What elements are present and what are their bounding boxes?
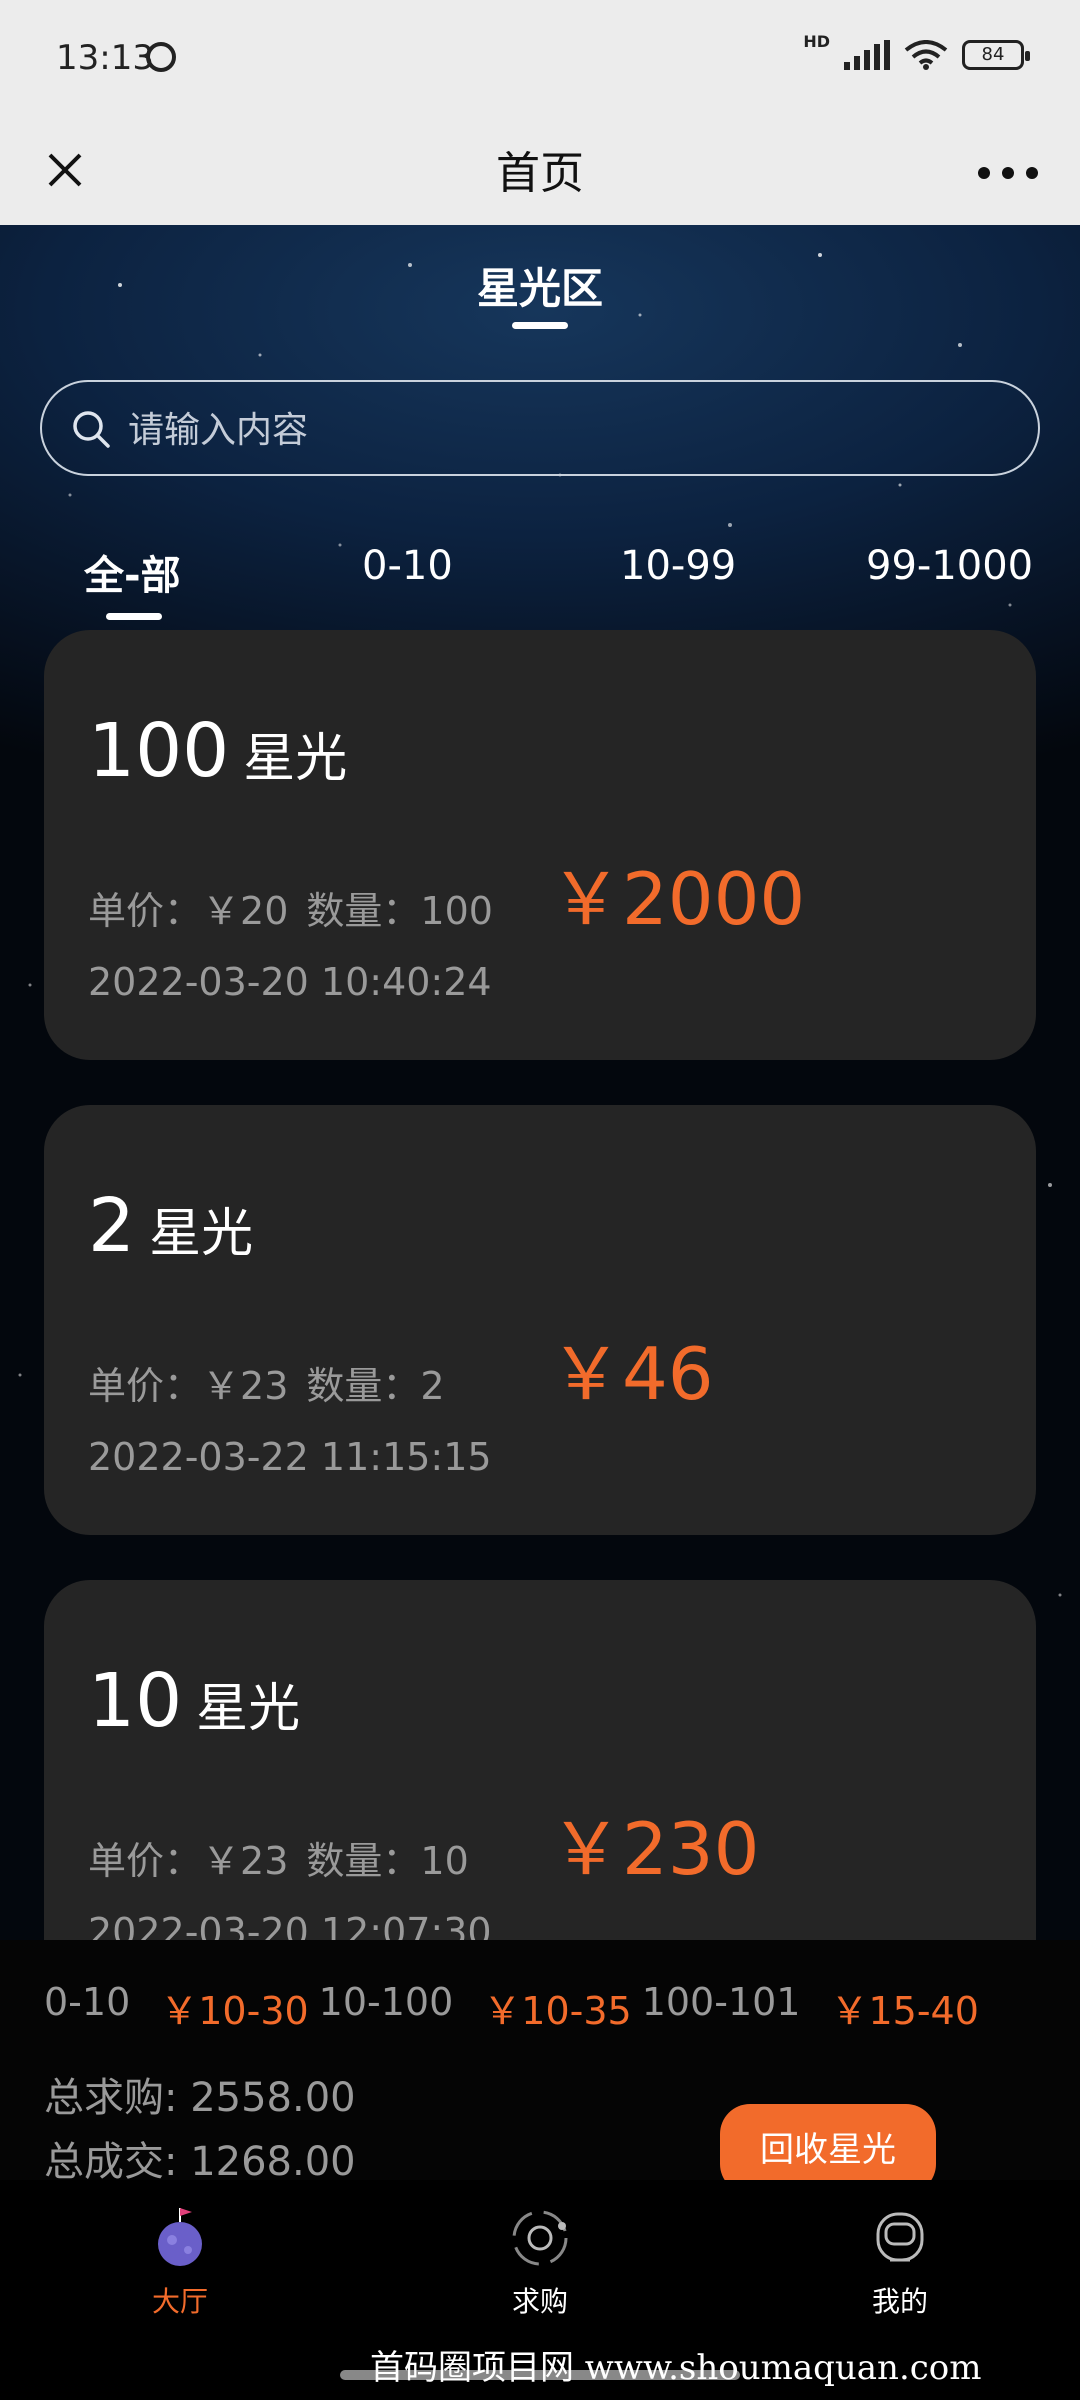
listing-card[interactable]: 10 星光 单价：￥23 数量：10 ￥230 2022-03-20 12:07:…: [44, 1580, 1036, 1940]
total-price: ￥2000: [550, 857, 806, 941]
more-icon[interactable]: [978, 153, 1038, 193]
section-underline: [512, 322, 568, 329]
qty-label: 数量：: [306, 1364, 421, 1408]
search-icon: [73, 411, 110, 448]
unit-price-label: 单价：: [88, 1364, 203, 1408]
alarm-icon: [146, 42, 176, 72]
amount-value: 100: [88, 708, 230, 794]
page-title: 首页: [496, 148, 584, 199]
amount-unit: 星光: [149, 1204, 254, 1264]
tab-label: 求购: [511, 2285, 568, 2318]
range-tabs: 全-部 0-10 10-99 99-1000: [0, 543, 1080, 623]
search-input[interactable]: [126, 400, 1010, 460]
card-meta: 单价：￥23 数量：2: [88, 1355, 445, 1410]
summary-stats: 总求购: 2558.00 总成交: 1268.00: [44, 2066, 356, 2194]
qty-label: 数量：: [306, 889, 421, 933]
range-price: ￥10-35: [483, 1989, 632, 2033]
qty: 100: [420, 889, 493, 933]
price-ranges: 0-10 ￥10-30 10-100 ￥10-35 100-101 ￥15-40: [44, 1980, 989, 2035]
listing-date: 2022-03-20 12:07:30: [88, 1910, 492, 1940]
battery-icon: 84: [962, 40, 1030, 70]
range-label: 0-10: [44, 1980, 131, 2024]
card-amount: 2 星光: [88, 1183, 253, 1269]
status-icons: HD 84: [803, 32, 1030, 70]
total-price: ￥46: [550, 1332, 714, 1416]
planet-icon: [158, 2208, 202, 2266]
qty-label: 数量：: [306, 1839, 421, 1883]
search-bar[interactable]: [40, 380, 1040, 476]
orbit-icon: [512, 2210, 568, 2266]
status-bar: 13:13 HD 84: [0, 0, 1080, 115]
unit-price-label: 单价：: [88, 1839, 203, 1883]
qty: 2: [420, 1364, 445, 1408]
signal-icon: [844, 40, 890, 70]
range-label: 100-101: [641, 1980, 801, 2024]
card-meta: 单价：￥20 数量：100: [88, 880, 493, 935]
navbar: 首页: [0, 115, 1080, 225]
qty: 10: [420, 1839, 469, 1883]
tab-mine[interactable]: 我的: [800, 2206, 1000, 2320]
unit-price: ￥23: [202, 1839, 289, 1883]
amount-value: 10: [88, 1658, 183, 1744]
tab-all[interactable]: 全-部: [84, 543, 181, 601]
astronaut-icon: [876, 2212, 924, 2262]
tab-label: 大厅: [151, 2285, 208, 2318]
card-amount: 100 星光: [88, 708, 347, 794]
status-time: 13:13: [56, 38, 154, 78]
range-label: 10-100: [318, 1980, 454, 2024]
hd-label: HD: [803, 31, 830, 51]
listing-date: 2022-03-20 10:40:24: [88, 960, 492, 1004]
range-price: ￥10-30: [160, 1989, 309, 2033]
market-summary: 0-10 ￥10-30 10-100 ￥10-35 100-101 ￥15-40…: [0, 1940, 1080, 2194]
card-amount: 10 星光: [88, 1658, 300, 1744]
range-price: ￥15-40: [830, 1989, 979, 2033]
total-demand: 总求购: 2558.00: [44, 2075, 356, 2121]
tab-request[interactable]: 求购: [440, 2206, 640, 2320]
battery-level: 84: [981, 44, 1005, 65]
wifi-icon: [904, 40, 948, 70]
amount-unit: 星光: [196, 1679, 301, 1739]
tab-label: 我的: [871, 2285, 928, 2318]
unit-price: ￥20: [202, 889, 289, 933]
total-price: ￥230: [550, 1807, 760, 1891]
watermark: 首码圈项目网 www.shoumaquan.com: [370, 2348, 982, 2388]
unit-price: ￥23: [202, 1364, 289, 1408]
amount-unit: 星光: [243, 729, 348, 789]
tab-99-1000[interactable]: 99-1000: [866, 543, 1033, 589]
unit-price-label: 单价：: [88, 889, 203, 933]
starlight-area: 星光区 全-部 0-10 10-99 99-1000 100 星光 单价：￥20…: [0, 225, 1080, 1940]
card-meta: 单价：￥23 数量：10: [88, 1830, 469, 1885]
tab-hall[interactable]: 大厅: [80, 2206, 280, 2320]
amount-value: 2: [88, 1183, 136, 1269]
listing-card[interactable]: 100 星光 单价：￥20 数量：100 ￥2000 2022-03-20 10:…: [44, 630, 1036, 1060]
tab-underline: [106, 613, 162, 620]
listing-card[interactable]: 2 星光 单价：￥23 数量：2 ￥46 2022-03-22 11:15:15: [44, 1105, 1036, 1535]
listing-date: 2022-03-22 11:15:15: [88, 1435, 492, 1479]
section-title[interactable]: 星光区: [0, 255, 1080, 316]
tab-0-10[interactable]: 0-10: [362, 543, 453, 589]
tab-10-99[interactable]: 10-99: [620, 543, 736, 589]
